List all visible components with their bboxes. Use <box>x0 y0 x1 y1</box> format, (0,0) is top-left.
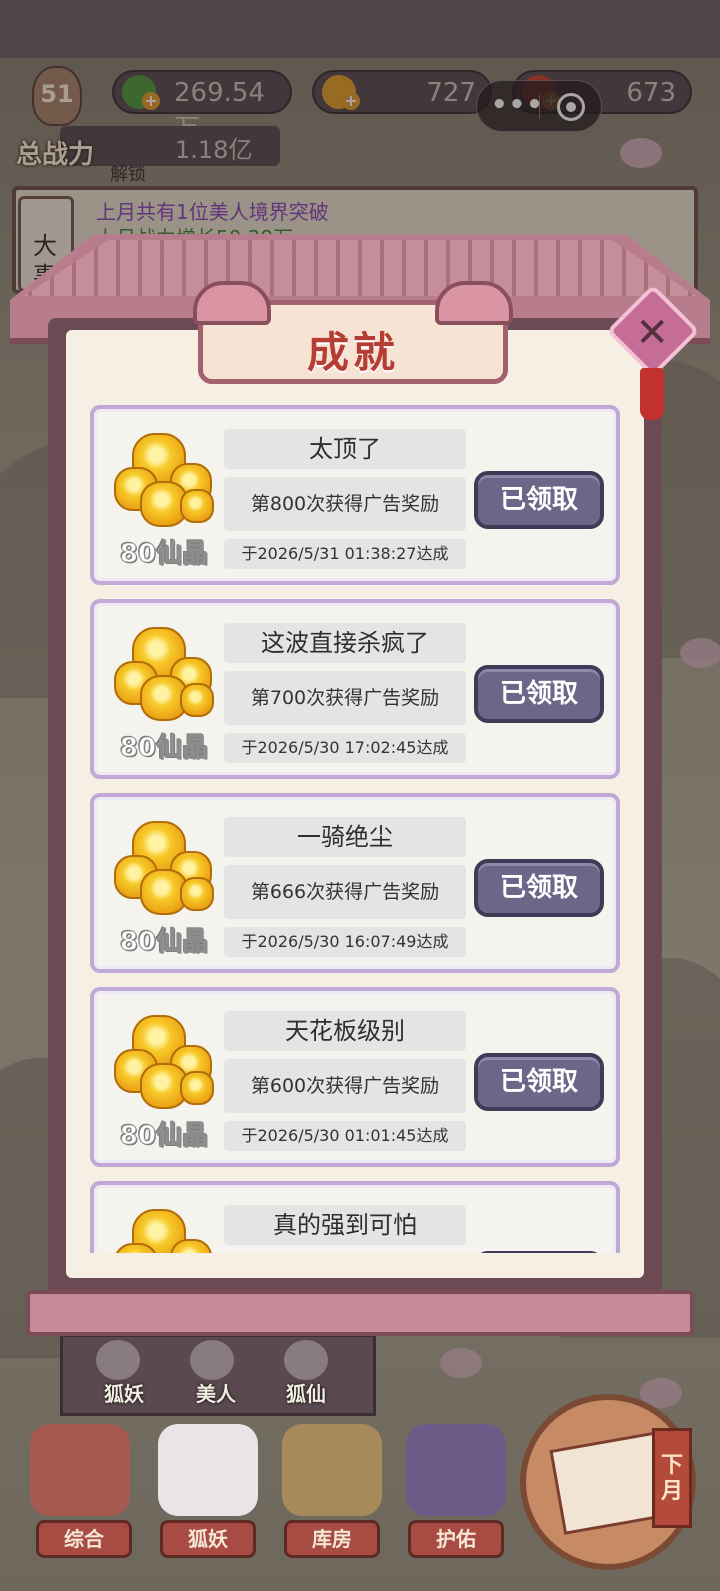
fox-immortal-icon <box>284 1340 328 1380</box>
beauty-icon <box>190 1340 234 1380</box>
gem-icon <box>114 627 214 723</box>
achievement-card: 真的强到可怕 <box>90 1181 620 1253</box>
subtab-beauty[interactable]: 美人 <box>176 1378 256 1407</box>
achievement-date: 于2026/5/30 17:02:45达成 <box>224 733 466 763</box>
close-icon: ✕ <box>635 310 670 357</box>
achievement-list[interactable]: 80仙晶 太顶了 第800次获得广告奖励 于2026/5/31 01:38:27… <box>90 405 620 1253</box>
gem-icon <box>114 1209 214 1253</box>
fox-demon-icon <box>96 1340 140 1380</box>
modal-title-plate: 成就 <box>193 281 513 384</box>
achievement-card: 80仙晶 一骑绝尘 第666次获得广告奖励 于2026/5/30 16:07:4… <box>90 793 620 973</box>
achievement-desc: 第666次获得广告奖励 <box>224 865 466 919</box>
achievement-title: 真的强到可怕 <box>224 1205 466 1245</box>
lotus-icon[interactable] <box>406 1424 506 1516</box>
close-tassel <box>640 368 664 420</box>
reward-label: 80仙晶 <box>119 539 209 570</box>
nav-general[interactable]: 综合 <box>36 1520 132 1558</box>
nav-fox-demon[interactable]: 狐妖 <box>160 1520 256 1558</box>
next-month-button[interactable]: 下月 <box>652 1428 692 1528</box>
gem-icon <box>114 433 214 529</box>
gem-icon <box>114 1015 214 1111</box>
fox-mask-icon[interactable] <box>158 1424 258 1516</box>
subtab-fox-immortal[interactable]: 狐仙 <box>266 1378 346 1407</box>
achievement-title: 这波直接杀疯了 <box>224 623 466 663</box>
achievement-title: 天花板级别 <box>224 1011 466 1051</box>
nav-storehouse[interactable]: 库房 <box>284 1520 380 1558</box>
claimed-button[interactable]: 已领取 <box>474 471 604 529</box>
achievement-title: 一骑绝尘 <box>224 817 466 857</box>
claimed-button[interactable]: 已领取 <box>474 665 604 723</box>
reward-label: 80仙晶 <box>119 927 209 958</box>
claimed-button[interactable]: 已领取 <box>474 1053 604 1111</box>
achievement-desc: 第600次获得广告奖励 <box>224 1059 466 1113</box>
achievement-date: 于2026/5/30 16:07:49达成 <box>224 927 466 957</box>
claimed-button[interactable] <box>474 1251 604 1253</box>
nav-protection[interactable]: 护佑 <box>408 1520 504 1558</box>
reward-label: 80仙晶 <box>119 1121 209 1152</box>
modal-title: 成就 <box>306 328 399 377</box>
gate-icon[interactable] <box>30 1424 130 1516</box>
reward-label: 80仙晶 <box>119 733 209 764</box>
gem-icon <box>114 821 214 917</box>
achievement-card: 80仙晶 天花板级别 第600次获得广告奖励 于2026/5/30 01:01:… <box>90 987 620 1167</box>
subtab-fox-demon[interactable]: 狐妖 <box>84 1378 164 1407</box>
achievement-date: 于2026/5/30 01:01:45达成 <box>224 1121 466 1151</box>
achievement-title: 太顶了 <box>224 429 466 469</box>
achievement-desc: 第700次获得广告奖励 <box>224 671 466 725</box>
achievement-desc: 第800次获得广告奖励 <box>224 477 466 531</box>
claimed-button[interactable]: 已领取 <box>474 859 604 917</box>
status-bar <box>0 0 720 58</box>
modal-bottom-beam <box>26 1290 694 1336</box>
achievement-card: 80仙晶 这波直接杀疯了 第700次获得广告奖励 于2026/5/30 17:0… <box>90 599 620 779</box>
achievement-date: 于2026/5/31 01:38:27达成 <box>224 539 466 569</box>
achievement-card: 80仙晶 太顶了 第800次获得广告奖励 于2026/5/31 01:38:27… <box>90 405 620 585</box>
storehouse-icon[interactable] <box>282 1424 382 1516</box>
